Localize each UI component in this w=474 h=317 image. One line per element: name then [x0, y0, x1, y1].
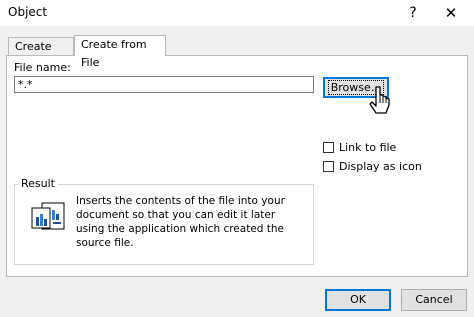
tab-create-new[interactable]: Create New [8, 37, 74, 71]
file-name-label: File name: [14, 61, 71, 74]
tab-create-from-file[interactable]: Create from File [74, 35, 166, 69]
display-as-icon-label[interactable]: Display as icon [339, 160, 422, 173]
result-title: Result [18, 177, 58, 190]
result-description: Inserts the contents of the file into yo… [76, 195, 285, 249]
link-to-file-checkbox[interactable] [323, 142, 334, 153]
help-button[interactable]: ? [398, 0, 428, 26]
file-name-input[interactable]: *.* [14, 76, 314, 93]
ok-button[interactable]: OK [325, 289, 391, 311]
document-chart-icon [31, 202, 65, 230]
link-to-file-label[interactable]: Link to file [339, 141, 396, 154]
display-as-icon-checkbox[interactable] [323, 161, 334, 172]
close-button[interactable]: ✕ [436, 0, 466, 26]
pointer-cursor-icon [369, 86, 390, 114]
cancel-button[interactable]: Cancel [401, 289, 467, 311]
window-title: Object [8, 5, 48, 19]
